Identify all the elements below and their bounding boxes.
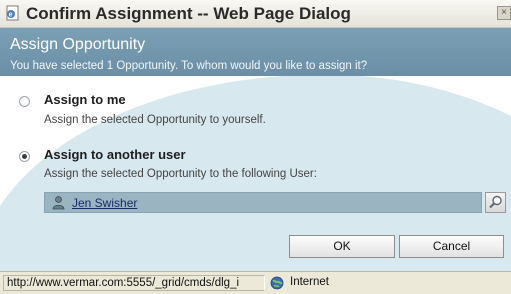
- ie-page-icon: e: [6, 5, 19, 21]
- cancel-button[interactable]: Cancel: [399, 235, 504, 258]
- globe-icon: [270, 276, 284, 290]
- radio-assign-to-another-user[interactable]: [19, 151, 30, 162]
- selected-user-link[interactable]: Jen Swisher: [72, 196, 137, 210]
- user-icon: [52, 196, 65, 210]
- dialog-title: Confirm Assignment -- Web Page Dialog: [26, 4, 351, 23]
- header-title: Assign Opportunity: [10, 36, 146, 53]
- option-assign-to-another-user-description: Assign the selected Opportunity to the f…: [44, 168, 317, 180]
- lookup-button[interactable]: [485, 192, 506, 213]
- header-subtitle: You have selected 1 Opportunity. To whom…: [10, 60, 368, 72]
- title-bar: e Confirm Assignment -- Web Page Dialog …: [0, 0, 511, 28]
- status-url: http://www.vermar.com:5555/_grid/cmds/dl…: [3, 275, 265, 291]
- close-button[interactable]: ×: [497, 6, 511, 20]
- option-assign-to-me-label: Assign to me: [44, 92, 126, 107]
- radio-assign-to-me[interactable]: [19, 96, 30, 107]
- zone-label: Internet: [290, 276, 329, 288]
- magnifier-icon: [489, 195, 502, 209]
- option-assign-to-another-user-label: Assign to another user: [44, 147, 186, 162]
- dialog-header: Assign Opportunity You have selected 1 O…: [0, 28, 511, 76]
- user-lookup-field[interactable]: Jen Swisher: [44, 192, 482, 213]
- ok-button[interactable]: OK: [289, 235, 395, 258]
- security-zone: Internet: [268, 275, 468, 291]
- svg-text:e: e: [9, 12, 13, 19]
- option-assign-to-me-description: Assign the selected Opportunity to yours…: [44, 114, 266, 126]
- status-bar: http://www.vermar.com:5555/_grid/cmds/dl…: [0, 271, 511, 294]
- dialog-body: Assign to me Assign the selected Opportu…: [0, 76, 511, 271]
